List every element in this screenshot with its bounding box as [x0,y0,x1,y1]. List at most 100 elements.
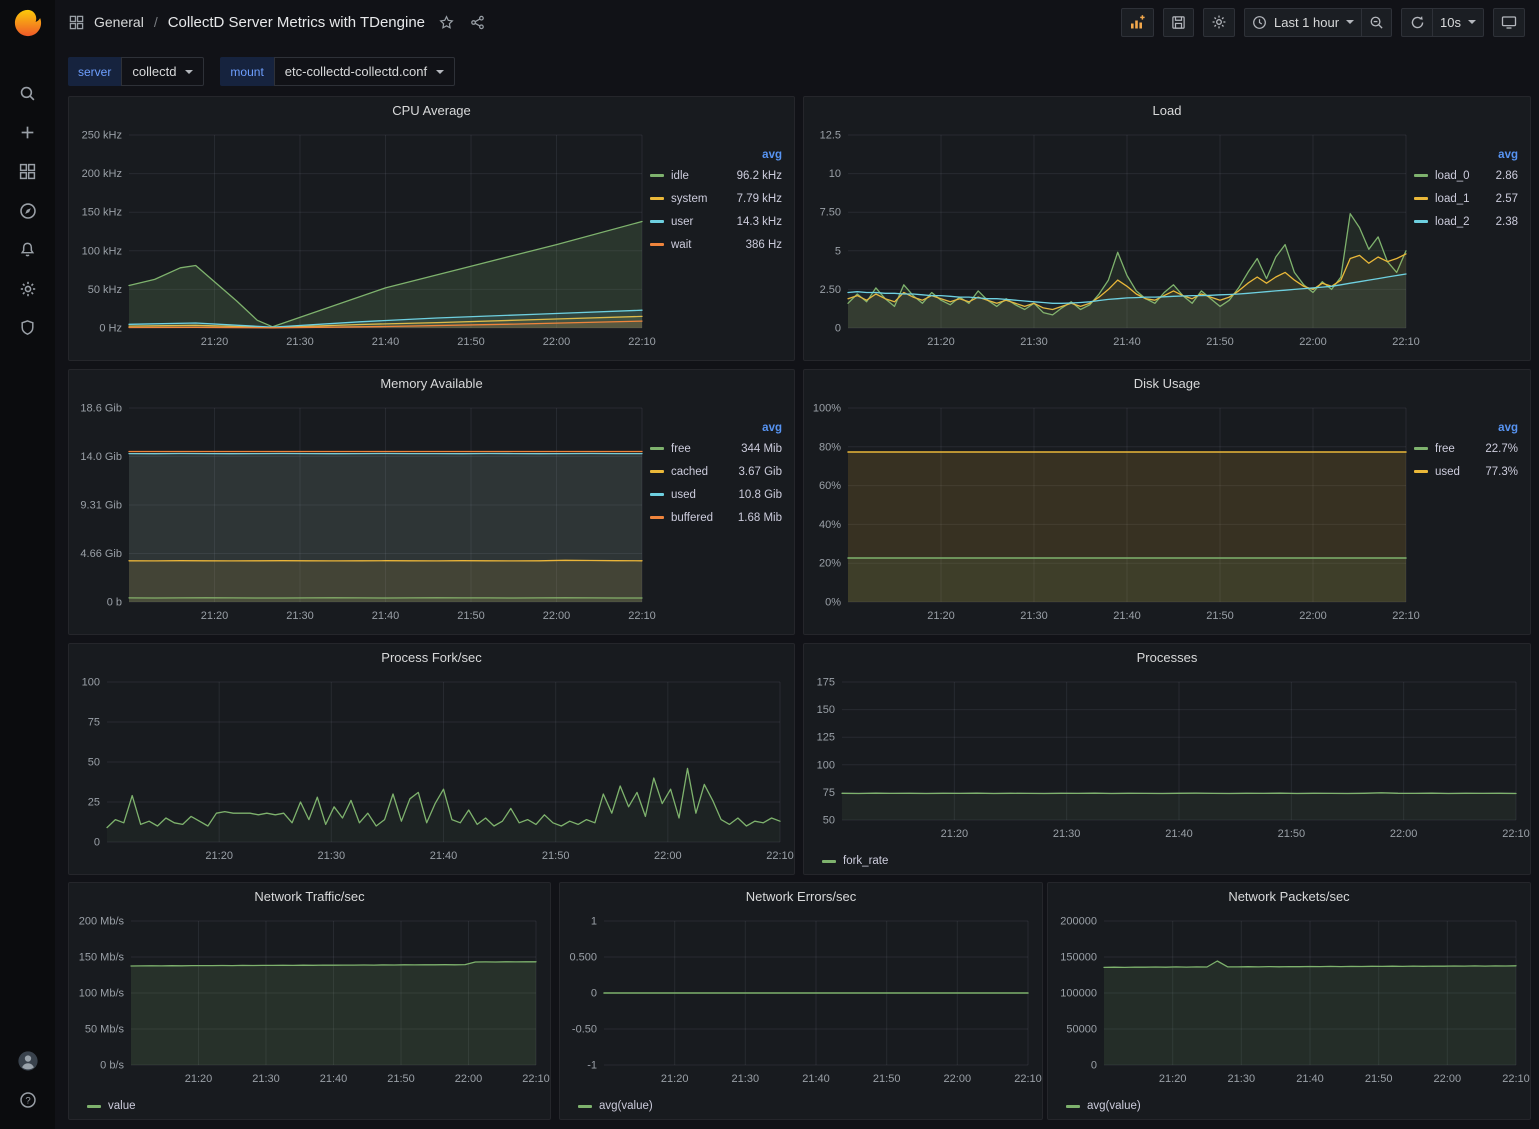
configuration-gear-icon[interactable] [8,269,48,308]
legend-series-name: load_1 [1435,193,1470,205]
legend-item-used[interactable]: used77.3% [1414,460,1518,483]
panel-title-text: Network Traffic/sec [254,889,364,904]
network-packets-chart[interactable]: 05000010000015000020000021:2021:3021:402… [1052,909,1526,1095]
x-tick-label: 22:10 [628,336,656,348]
panel-title-cpu-average[interactable]: CPU Average [69,97,794,123]
legend-item-user[interactable]: user14.3 kHz [650,210,782,233]
panel-title-network-packets[interactable]: Network Packets/sec [1048,883,1530,909]
series-color-dash [87,1105,101,1108]
legend-item-load_0[interactable]: load_02.86 [1414,164,1518,187]
panel-title-load[interactable]: Load [804,97,1530,123]
x-tick-label: 21:20 [661,1073,689,1085]
y-tick-label: 50 [823,815,835,827]
network-errors-chart[interactable]: -1-0.5000.500121:2021:3021:4021:5022:002… [564,909,1038,1095]
cycle-view-mode-button[interactable] [1493,8,1525,37]
apps-grid-icon[interactable] [69,15,84,30]
processes-legend: fork_rate [808,850,1526,872]
variable-server-label: server [68,57,121,86]
chart-canvas: 0 b4.66 Gib9.31 Gib14.0 Gib18.6 Gib21:20… [73,396,650,632]
create-icon[interactable] [8,113,48,152]
help-icon[interactable]: ? [8,1080,48,1119]
legend-avg-header: avg [1414,149,1518,161]
legend-item-idle[interactable]: idle96.2 kHz [650,164,782,187]
star-icon[interactable] [439,15,454,30]
y-tick-label: 125 [817,732,835,744]
dashboard-title[interactable]: CollectD Server Metrics with TDengine [168,14,425,31]
legend-item-wait[interactable]: wait386 Hz [650,233,782,256]
x-tick-label: 22:10 [1014,1073,1042,1085]
y-tick-label: 5 [835,245,841,257]
y-tick-label: 100 [82,677,100,689]
panel-title-processes[interactable]: Processes [804,644,1530,670]
add-panel-button[interactable] [1121,8,1154,37]
alerting-bell-icon[interactable] [8,230,48,269]
share-icon[interactable] [470,15,485,30]
legend-item-free[interactable]: free22.7% [1414,437,1518,460]
explore-compass-icon[interactable] [8,191,48,230]
chart-canvas: -1-0.5000.500121:2021:3021:4021:5022:002… [564,909,1038,1095]
time-range-label: Last 1 hour [1274,15,1339,30]
legend-series-name[interactable]: fork_rate [843,855,888,867]
process-fork-chart[interactable]: 025507510021:2021:3021:4021:5022:0022:10 [73,670,790,872]
y-tick-label: 0 Hz [99,323,122,335]
series-color-dash [1414,197,1428,200]
search-icon[interactable] [8,74,48,113]
series-area-buffered [129,452,642,603]
legend-series-name[interactable]: avg(value) [1087,1100,1141,1112]
panel-title-memory-available[interactable]: Memory Available [69,370,794,396]
chart-canvas: 025507510021:2021:3021:4021:5022:0022:10 [73,670,790,872]
y-tick-label: 100% [813,403,841,415]
zoom-out-button[interactable] [1361,8,1392,37]
panel-title-process-fork[interactable]: Process Fork/sec [69,644,794,670]
legend-item-free[interactable]: free344 Mib [650,437,782,460]
legend-series-avg: 344 Mib [741,443,782,455]
dashboard-settings-button[interactable] [1203,8,1235,37]
legend-item-load_2[interactable]: load_22.38 [1414,210,1518,233]
clock-icon [1252,15,1267,30]
legend-series-name[interactable]: value [108,1100,136,1112]
legend-item-buffered[interactable]: buffered1.68 Mib [650,506,782,529]
series-color-dash [650,220,664,223]
y-tick-label: -0.50 [572,1024,597,1036]
panel-title-text: CPU Average [392,103,471,118]
y-tick-label: 12.5 [820,130,841,142]
y-tick-label: 18.6 Gib [80,403,122,415]
network-traffic-chart[interactable]: 0 b/s50 Mb/s100 Mb/s150 Mb/s200 Mb/s21:2… [73,909,546,1095]
legend-series-avg: 14.3 kHz [737,216,782,228]
panel-title-network-traffic[interactable]: Network Traffic/sec [69,883,550,909]
variable-server-select[interactable]: collectd [121,57,204,86]
refresh-button[interactable] [1401,8,1432,37]
x-tick-label: 22:00 [455,1073,483,1085]
panel-title-network-errors[interactable]: Network Errors/sec [560,883,1042,909]
legend-item-used[interactable]: used10.8 Gib [650,483,782,506]
dashboards-icon[interactable] [8,152,48,191]
grafana-logo[interactable] [13,8,43,38]
variable-mount-select[interactable]: etc-collectd-collectd.conf [274,57,455,86]
series-color-dash [1414,447,1428,450]
breadcrumb-folder[interactable]: General [94,14,144,30]
time-range-picker[interactable]: Last 1 hour [1244,8,1361,37]
user-avatar[interactable] [8,1041,48,1080]
panel-title-disk-usage[interactable]: Disk Usage [804,370,1530,396]
chart-canvas: 0%20%40%60%80%100%21:2021:3021:4021:5022… [808,396,1414,632]
memory-available-chart[interactable]: 0 b4.66 Gib9.31 Gib14.0 Gib18.6 Gib21:20… [73,396,650,632]
legend-item-load_1[interactable]: load_12.57 [1414,187,1518,210]
x-tick-label: 22:10 [522,1073,550,1085]
processes-chart[interactable]: 507510012515017521:2021:3021:4021:5022:0… [808,670,1526,850]
series-color-dash [1066,1105,1080,1108]
legend-series-name: load_0 [1435,170,1470,182]
load-chart[interactable]: 02.5057.501012.521:2021:3021:4021:5022:0… [808,123,1414,358]
legend-series-name[interactable]: avg(value) [599,1100,653,1112]
x-tick-label: 22:10 [766,850,794,862]
server-admin-shield-icon[interactable] [8,308,48,347]
legend-item-cached[interactable]: cached3.67 Gib [650,460,782,483]
series-color-dash [650,197,664,200]
chart-canvas: 507510012515017521:2021:3021:4021:5022:0… [808,670,1526,850]
cpu-average-chart[interactable]: 0 Hz50 kHz100 kHz150 kHz200 kHz250 kHz21… [73,123,650,358]
refresh-interval-picker[interactable]: 10s [1432,8,1484,37]
save-dashboard-button[interactable] [1163,8,1194,37]
legend-item-system[interactable]: system7.79 kHz [650,187,782,210]
disk-usage-chart[interactable]: 0%20%40%60%80%100%21:2021:3021:4021:5022… [808,396,1414,632]
legend-series-name: cached [671,466,708,478]
network-traffic-legend: value [73,1095,546,1117]
